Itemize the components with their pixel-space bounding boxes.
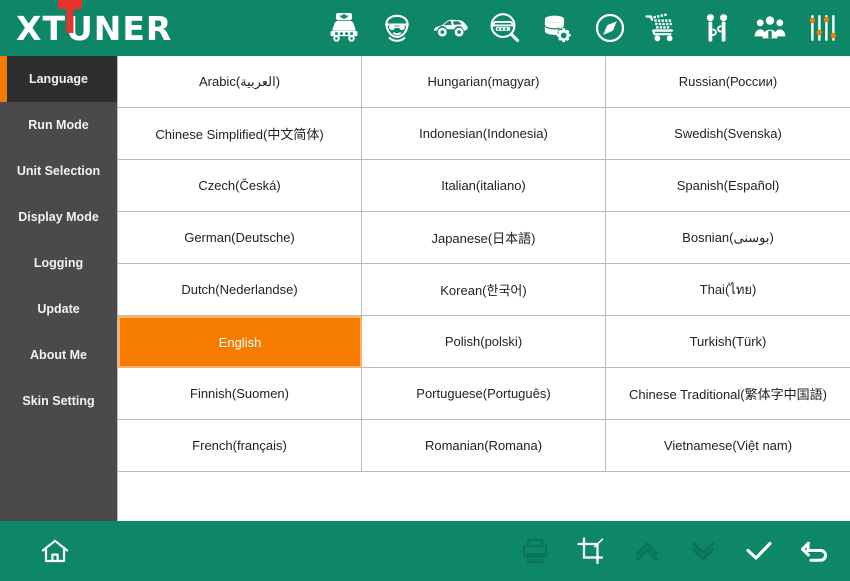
language-cell[interactable]: Arabic(العربية) [118,56,362,108]
sidebar-item-label: About Me [30,348,87,362]
user-group-icon[interactable] [751,9,789,47]
language-cell[interactable]: Vietnamese(Việt nam) [606,420,850,472]
sidebar-item-unit-selection[interactable]: Unit Selection [0,148,117,194]
language-cell[interactable]: Italian(italiano) [362,160,606,212]
app-body: Language Run Mode Unit Selection Display… [0,56,850,521]
language-cell[interactable]: Portuguese(Português) [362,368,606,420]
sidebar-item-label: Unit Selection [16,164,101,178]
printer-icon[interactable] [518,534,552,568]
footer-right-group [518,521,832,581]
language-cell[interactable]: French(français) [118,420,362,472]
shopping-cart-icon[interactable] [644,9,682,47]
sidebar-item-label: Run Mode [28,118,89,132]
footer-left-group [38,534,72,568]
language-cell[interactable]: Czech(Česká) [118,160,362,212]
double-chevron-up-icon[interactable] [630,534,664,568]
sidebar-item-update[interactable]: Update [0,286,117,332]
sidebar-item-language[interactable]: Language [0,56,117,102]
sidebar-item-run-mode[interactable]: Run Mode [0,102,117,148]
sidebar-item-label: Language [28,72,89,86]
language-cell[interactable]: Chinese Traditional(繁体字中国語) [606,368,850,420]
language-cell-selected[interactable]: English [118,316,362,368]
language-cell[interactable]: Korean(한국어) [362,264,606,316]
sidebar-item-label: Skin Setting [22,394,95,408]
app-footer [0,521,850,581]
language-cell[interactable]: Japanese(日本語) [362,212,606,264]
language-cell[interactable]: Dutch(Nederlandse) [118,264,362,316]
sidebar-item-label: Logging [33,256,84,270]
double-chevron-down-icon[interactable] [686,534,720,568]
compass-icon[interactable] [591,9,629,47]
sidebar-item-skin-setting[interactable]: Skin Setting [0,378,117,424]
sidebar-item-label: Update [37,302,80,316]
people-connect-icon[interactable] [698,9,736,47]
language-cell[interactable]: Hungarian(magyar) [362,56,606,108]
ambulance-icon[interactable] [325,9,363,47]
app-window: XTUNER Language Run Mode Unit Selection … [0,0,850,581]
language-cell[interactable]: Finnish(Suomen) [118,368,362,420]
app-logo-text: XTUNER [16,8,173,48]
sidebar-item-display-mode[interactable]: Display Mode [0,194,117,240]
database-settings-icon[interactable] [538,9,576,47]
language-cell[interactable]: Bosnian(بوسنی) [606,212,850,264]
app-logo: XTUNER [16,0,173,48]
language-cell[interactable]: Indonesian(Indonesia) [362,108,606,160]
back-arrow-icon[interactable] [798,534,832,568]
sidebar: Language Run Mode Unit Selection Display… [0,56,117,521]
app-header: XTUNER [0,0,850,56]
sliders-settings-icon[interactable] [804,9,842,47]
language-cell[interactable]: Swedish(Svenska) [606,108,850,160]
technician-face-icon[interactable] [378,9,416,47]
language-cell[interactable]: Polish(polski) [362,316,606,368]
language-cell[interactable]: Spanish(Español) [606,160,850,212]
check-icon[interactable] [742,534,776,568]
language-cell[interactable]: Romanian(Romana) [362,420,606,472]
language-cell[interactable]: Chinese Simplified(中文简体) [118,108,362,160]
language-cell[interactable]: Thai(ไทย) [606,264,850,316]
language-cell[interactable]: Turkish(Türk) [606,316,850,368]
sports-car-icon[interactable] [431,9,469,47]
header-icon-bar [325,0,842,56]
sidebar-item-logging[interactable]: Logging [0,240,117,286]
language-cell[interactable]: German(Deutsche) [118,212,362,264]
screenshot-crop-icon[interactable] [574,534,608,568]
sidebar-item-label: Display Mode [18,210,99,224]
language-cell[interactable]: Russian(России) [606,56,850,108]
grid-empty-area [118,472,850,521]
language-panel: Arabic(العربية) Hungarian(magyar) Russian(… [117,56,850,521]
home-icon[interactable] [38,534,72,568]
language-grid: Arabic(العربية) Hungarian(magyar) Russian(… [118,56,850,472]
car-diagnostics-search-icon[interactable] [485,9,523,47]
sidebar-item-about-me[interactable]: About Me [0,332,117,378]
